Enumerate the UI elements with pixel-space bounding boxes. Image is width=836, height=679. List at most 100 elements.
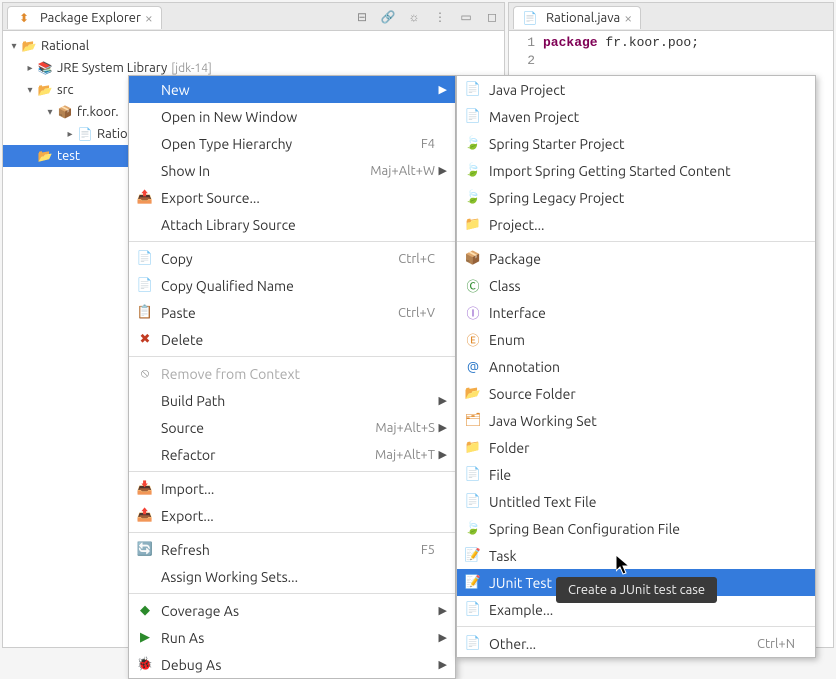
menu-item-separator <box>129 593 455 594</box>
menu-item-label: Spring Bean Configuration File <box>489 521 795 537</box>
focus-icon[interactable]: ☼ <box>406 9 422 25</box>
submenu-item-enum[interactable]: ⒺEnum <box>457 326 815 353</box>
menu-item-copy[interactable]: 📄CopyCtrl+C <box>129 245 455 272</box>
menu-item-accelerator: Ctrl+N <box>757 637 795 651</box>
menu-item-label: Remove from Context <box>161 366 435 382</box>
submenu-item-task[interactable]: 📝Task <box>457 542 815 569</box>
view-menu-icon[interactable]: ⋮ <box>432 9 448 25</box>
menu-item-run-as[interactable]: ▶Run As▶ <box>129 624 455 651</box>
chevron-right-icon[interactable]: ▸ <box>63 128 77 140</box>
submenu-item-java-project[interactable]: 📄Java Project <box>457 76 815 103</box>
close-icon[interactable]: × <box>624 10 632 26</box>
link-editor-icon[interactable]: 🔗 <box>380 9 396 25</box>
menu-item-paste[interactable]: 📋PasteCtrl+V <box>129 299 455 326</box>
submenu-item-spring-bean-configuration-file[interactable]: 🍃 Spring Bean Configuration File <box>457 515 815 542</box>
menu-item-import[interactable]: 📥Import... <box>129 475 455 502</box>
editor-body[interactable]: 1 2 package fr.koor.poo; <box>509 31 833 71</box>
package-label: fr.koor. <box>77 105 119 119</box>
class-icon: Ⓒ <box>463 276 483 295</box>
package-explorer-tab[interactable]: ⬍ Package Explorer × <box>7 6 162 29</box>
menu-item-accelerator: F4 <box>421 137 435 151</box>
menu-item-source[interactable]: SourceMaj+Alt+S▶ <box>129 414 455 441</box>
submenu-item-folder[interactable]: 📁Folder <box>457 434 815 461</box>
menu-item-refactor[interactable]: RefactorMaj+Alt+T▶ <box>129 441 455 468</box>
header-toolbar: ⊟ 🔗 ☼ ⋮ ▭ ◻ <box>354 9 500 25</box>
remove-from-context-icon: ⦸ <box>135 366 155 381</box>
menu-item-coverage-as[interactable]: ◆Coverage As▶ <box>129 597 455 624</box>
editor-tab[interactable]: 📄 Rational.java × <box>513 6 641 29</box>
submenu-item-package[interactable]: 📦Package <box>457 245 815 272</box>
menu-item-label: Open Type Hierarchy <box>161 136 411 152</box>
minimize-icon[interactable]: ▭ <box>458 9 474 25</box>
submenu-item-spring-starter-project[interactable]: 🍃Spring Starter Project <box>457 130 815 157</box>
project-node[interactable]: ▾ 📂 Rational <box>3 35 504 57</box>
collapse-all-icon[interactable]: ⊟ <box>354 9 370 25</box>
menu-item-label: Paste <box>161 305 388 321</box>
submenu-arrow-icon: ▶ <box>435 83 447 96</box>
import-icon: 📥 <box>135 481 155 496</box>
menu-item-label: Other... <box>489 636 747 652</box>
menu-item-new[interactable]: New▶ <box>129 76 455 103</box>
package-explorer-title: Package Explorer <box>40 11 141 25</box>
menu-item-export[interactable]: 📤Export... <box>129 502 455 529</box>
menu-item-assign-working-sets[interactable]: Assign Working Sets... <box>129 563 455 590</box>
enum-icon: Ⓔ <box>463 330 483 349</box>
submenu-item-other[interactable]: 📄Other...Ctrl+N <box>457 630 815 657</box>
menu-item-refresh[interactable]: 🔄RefreshF5 <box>129 536 455 563</box>
chevron-down-icon[interactable]: ▾ <box>7 40 21 52</box>
menu-item-debug-as[interactable]: 🐞Debug As▶ <box>129 651 455 678</box>
menu-item-label: Folder <box>489 440 795 456</box>
submenu-item-separator <box>457 626 815 627</box>
chevron-down-icon[interactable]: ▾ <box>43 106 57 118</box>
menu-item-delete[interactable]: ✖Delete <box>129 326 455 353</box>
menu-item-label: Source <box>161 420 365 436</box>
spring-legacy-project-icon: 🍃 <box>463 190 483 205</box>
maximize-icon[interactable]: ◻ <box>484 9 500 25</box>
context-menu: New▶Open in New WindowOpen Type Hierarch… <box>128 75 456 679</box>
export-source-icon: 📤 <box>135 190 155 205</box>
submenu-item-spring-legacy-project[interactable]: 🍃Spring Legacy Project <box>457 184 815 211</box>
menu-item-build-path[interactable]: Build Path▶ <box>129 387 455 414</box>
menu-item-label: Maven Project <box>489 109 795 125</box>
chevron-right-icon[interactable]: ▸ <box>23 62 37 74</box>
submenu-item-untitled-text-file[interactable]: 📄Untitled Text File <box>457 488 815 515</box>
menu-item-label: Export... <box>161 508 435 524</box>
menu-item-label: Untitled Text File <box>489 494 795 510</box>
chevron-down-icon[interactable]: ▾ <box>23 84 37 96</box>
project-icon: 📂 <box>21 38 37 54</box>
debug-as-icon: 🐞 <box>135 657 155 672</box>
line-gutter: 1 2 <box>509 35 543 71</box>
menu-item-label: Spring Starter Project <box>489 136 795 152</box>
copy-qualified-name-icon: 📄 <box>135 278 155 293</box>
source-folder-icon: 📂 <box>463 386 483 401</box>
submenu-item-import-spring-getting-started-content[interactable]: 🍃Import Spring Getting Started Content <box>457 157 815 184</box>
menu-item-export-source[interactable]: 📤Export Source... <box>129 184 455 211</box>
menu-item-open-type-hierarchy[interactable]: Open Type Hierarchy F4 <box>129 130 455 157</box>
submenu-arrow-icon: ▶ <box>435 658 447 671</box>
submenu-item-interface[interactable]: ⒾInterface <box>457 299 815 326</box>
spring-bean-configuration-file-icon: 🍃 <box>463 521 483 536</box>
close-icon[interactable]: × <box>145 10 153 26</box>
menu-item-separator <box>129 356 455 357</box>
menu-item-label: Package <box>489 251 795 267</box>
paste-icon: 📋 <box>135 305 155 320</box>
file-icon: 📄 <box>463 467 483 482</box>
menu-item-show-in[interactable]: Show InMaj+Alt+W▶ <box>129 157 455 184</box>
submenu-item-source-folder[interactable]: 📂Source Folder <box>457 380 815 407</box>
menu-item-copy-qualified-name[interactable]: 📄Copy Qualified Name <box>129 272 455 299</box>
submenu-item-project[interactable]: 📁Project... <box>457 211 815 238</box>
submenu-item-maven-project[interactable]: 📄Maven Project <box>457 103 815 130</box>
menu-item-accelerator: Maj+Alt+T <box>375 448 435 462</box>
menu-item-attach-library-source[interactable]: Attach Library Source <box>129 211 455 238</box>
submenu-item-class[interactable]: ⒸClass <box>457 272 815 299</box>
jre-label: JRE System Library <box>57 61 167 75</box>
editor-header: 📄 Rational.java × <box>509 3 833 31</box>
submenu-arrow-icon: ▶ <box>435 448 447 461</box>
new-submenu: 📄Java Project📄Maven Project🍃Spring Start… <box>456 75 816 658</box>
submenu-item-java-working-set[interactable]: 🗂Java Working Set <box>457 407 815 434</box>
submenu-item-separator <box>457 241 815 242</box>
menu-item-open-in-new-window[interactable]: Open in New Window <box>129 103 455 130</box>
code-area[interactable]: package fr.koor.poo; <box>543 35 833 71</box>
submenu-item-file[interactable]: 📄File <box>457 461 815 488</box>
submenu-item-annotation[interactable]: @Annotation <box>457 353 815 380</box>
